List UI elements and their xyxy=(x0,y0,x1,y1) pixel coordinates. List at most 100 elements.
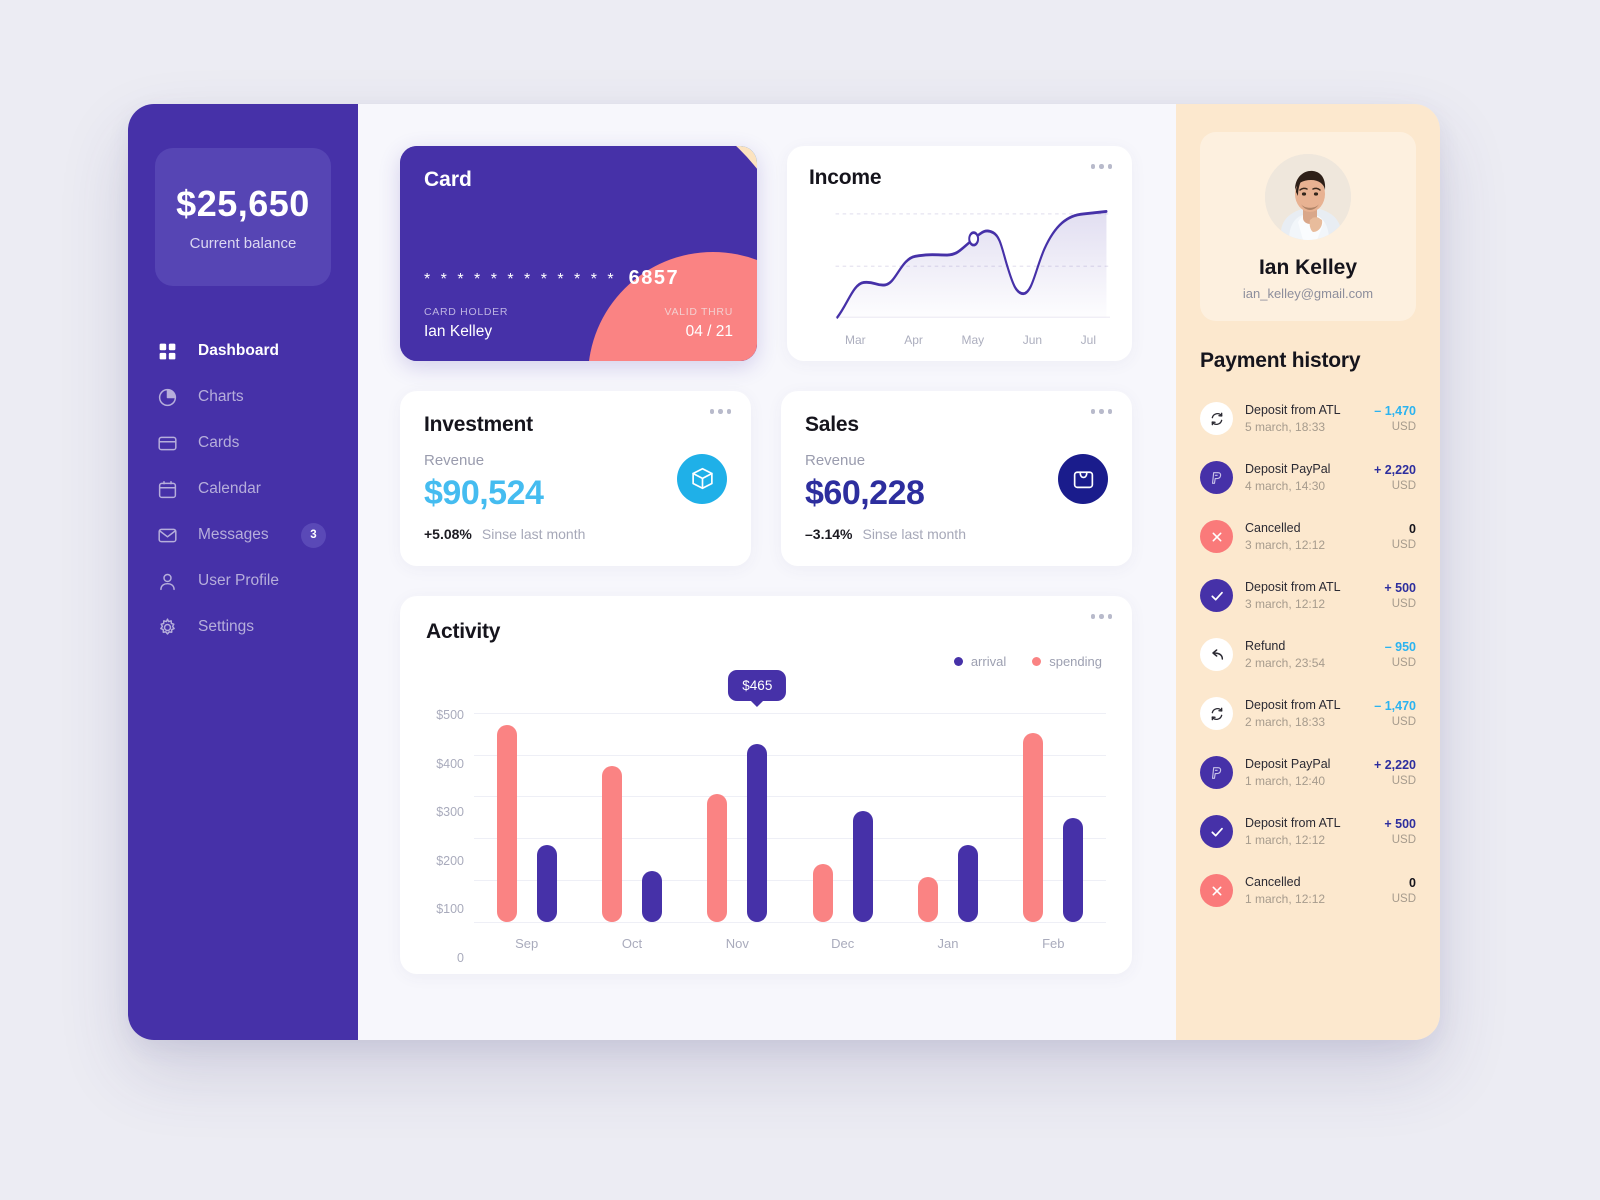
card-holder-label: CARD HOLDER xyxy=(424,306,509,318)
payment-history-row[interactable]: Deposit PayPal 4 march, 14:30 + 2,220 USD xyxy=(1200,448,1416,507)
investment-title: Investment xyxy=(424,413,533,436)
dashboard-window: $25,650 Current balance Dashboard Charts xyxy=(128,104,1440,1040)
activity-xtick: Feb xyxy=(1042,936,1065,951)
payment-row-label: Cancelled xyxy=(1245,875,1301,889)
payment-history-row[interactable]: Cancelled 1 march, 12:12 0 USD xyxy=(1200,861,1416,920)
bar-spending[interactable] xyxy=(496,725,517,922)
card-holder-block: CARD HOLDER Ian Kelley xyxy=(424,306,508,341)
profile-name: Ian Kelley xyxy=(1258,256,1358,279)
payment-row-text: Deposit from ATL 5 march, 18:33 xyxy=(1245,403,1374,434)
activity-ytick: $300 xyxy=(436,805,464,820)
bar-arrival[interactable] xyxy=(852,811,873,922)
bar-arrival[interactable] xyxy=(747,744,768,922)
payment-row-date: 2 march, 18:33 xyxy=(1245,715,1326,729)
payment-row-currency: USD xyxy=(1391,657,1416,669)
payment-history-list: Deposit from ATL 5 march, 18:33 – 1,470 USD… xyxy=(1200,389,1416,920)
activity-xtick: Jan xyxy=(937,936,959,951)
payment-row-amount: + 500 USD xyxy=(1384,581,1416,610)
sales-amount: $60,228 xyxy=(805,474,925,512)
activity-y-axis: $500 $400 $300 $200 $100 0 xyxy=(426,696,474,964)
credit-card-widget[interactable]: Card * * * * * * * * * * * * 6857 CARD H… xyxy=(400,146,757,361)
sales-more-options-button[interactable] xyxy=(1090,409,1112,414)
legend-dot-icon xyxy=(953,657,963,666)
payment-history-row[interactable]: Deposit from ATL 2 march, 18:33 – 1,470 USD xyxy=(1200,684,1416,743)
sidebar-item-settings[interactable]: Settings xyxy=(128,604,358,650)
activity-tooltip: $465 xyxy=(728,670,787,702)
activity-more-options-button[interactable] xyxy=(1090,614,1112,619)
grid-icon xyxy=(155,339,179,363)
payment-row-value: – 1,470 xyxy=(1374,404,1416,418)
sidebar-item-cards[interactable]: Cards xyxy=(128,420,358,466)
current-balance-card: $25,650 Current balance xyxy=(155,148,331,286)
activity-xtick: Nov xyxy=(725,936,749,951)
sidebar-item-charts[interactable]: Charts xyxy=(128,374,358,420)
sidebar-item-label: Dashboard xyxy=(198,342,279,359)
sidebar-item-dashboard[interactable]: Dashboard xyxy=(128,328,358,374)
sync-icon xyxy=(1200,402,1233,435)
income-xtick: Apr xyxy=(904,333,923,347)
card-valid-label: VALID THRU xyxy=(664,306,733,318)
payment-row-label: Deposit PayPal xyxy=(1245,462,1331,476)
payment-history-row[interactable]: Cancelled 3 march, 12:12 0 USD xyxy=(1200,507,1416,566)
payment-row-currency: USD xyxy=(1391,893,1416,905)
payment-history-row[interactable]: Deposit from ATL 1 march, 12:12 + 500 USD xyxy=(1200,802,1416,861)
payment-row-label: Deposit PayPal xyxy=(1245,757,1331,771)
sidebar-item-messages[interactable]: Messages 3 xyxy=(128,512,358,558)
payment-row-text: Deposit PayPal 1 march, 12:40 xyxy=(1245,757,1374,788)
sales-title: Sales xyxy=(805,413,859,436)
payment-row-label: Deposit from ATL xyxy=(1245,403,1341,417)
sales-card: Sales Revenue $60,228 –3.14% Sinse last … xyxy=(781,391,1132,566)
card-valid-value: 04 / 21 xyxy=(685,323,733,340)
payment-row-value: – 950 xyxy=(1384,640,1416,654)
payment-row-date: 2 march, 23:54 xyxy=(1245,656,1326,670)
payment-row-value: 0 xyxy=(1409,876,1416,890)
bar-spending[interactable] xyxy=(917,877,938,922)
card-holder-name: Ian Kelley xyxy=(424,323,493,340)
bar-arrival[interactable] xyxy=(536,844,557,922)
payment-history-row[interactable]: Deposit PayPal 1 march, 12:40 + 2,220 USD xyxy=(1200,743,1416,802)
investment-more-options-button[interactable] xyxy=(709,409,731,414)
card-number-last4: 6857 xyxy=(628,267,680,289)
activity-legend: arrival spending xyxy=(953,654,1102,669)
bar-spending[interactable] xyxy=(601,766,622,922)
activity-plot: $465 Sep Oct Nov Dec Jan Feb xyxy=(474,670,1106,958)
activity-bars: $465 xyxy=(474,670,1106,922)
bar-spending[interactable] xyxy=(812,864,833,922)
legend-dot-icon xyxy=(1032,657,1042,666)
bar-arrival[interactable] xyxy=(641,870,662,922)
main-content: Card * * * * * * * * * * * * 6857 CARD H… xyxy=(358,104,1176,1040)
legend-item-spending: spending xyxy=(1032,654,1102,669)
activity-xtick: Oct xyxy=(621,936,643,951)
payment-row-value: + 2,220 xyxy=(1373,758,1416,772)
sidebar-item-calendar[interactable]: Calendar xyxy=(128,466,358,512)
bar-arrival[interactable] xyxy=(957,844,978,922)
sync-icon xyxy=(1200,697,1233,730)
income-xtick: Jul xyxy=(1080,333,1096,347)
income-more-options-button[interactable] xyxy=(1090,164,1112,169)
payment-history-row[interactable]: Deposit from ATL 5 march, 18:33 – 1,470 USD xyxy=(1200,389,1416,448)
payment-history-row[interactable]: Refund 2 march, 23:54 – 950 USD xyxy=(1200,625,1416,684)
legend-item-arrival: arrival xyxy=(953,654,1006,669)
bar-spending[interactable] xyxy=(1023,732,1044,922)
activity-ytick: $100 xyxy=(436,902,464,917)
income-card: Income Mar Apr May Jun Jul xyxy=(787,146,1132,361)
payment-row-amount: – 1,470 USD xyxy=(1374,404,1416,433)
activity-ytick: 0 xyxy=(457,950,464,965)
sidebar-item-user-profile[interactable]: User Profile xyxy=(128,558,358,604)
card-number: * * * * * * * * * * * * 6857 xyxy=(424,267,733,290)
gear-icon xyxy=(155,615,179,639)
bar-spending[interactable] xyxy=(707,794,728,922)
bar-group xyxy=(579,696,684,922)
bar-arrival[interactable] xyxy=(1063,818,1084,922)
activity-x-axis: Sep Oct Nov Dec Jan Feb xyxy=(474,922,1106,958)
payment-row-amount: 0 USD xyxy=(1392,876,1416,905)
activity-ytick: $200 xyxy=(436,853,464,868)
sidebar-item-label: Calendar xyxy=(198,480,261,497)
payment-row-currency: USD xyxy=(1391,716,1416,728)
investment-since: Sinse last month xyxy=(481,526,586,542)
payment-history-row[interactable]: Deposit from ATL 3 march, 12:12 + 500 USD xyxy=(1200,566,1416,625)
bar-group xyxy=(1001,696,1106,922)
balance-label: Current balance xyxy=(189,234,297,252)
person-icon xyxy=(155,569,179,593)
bar-group xyxy=(790,696,895,922)
